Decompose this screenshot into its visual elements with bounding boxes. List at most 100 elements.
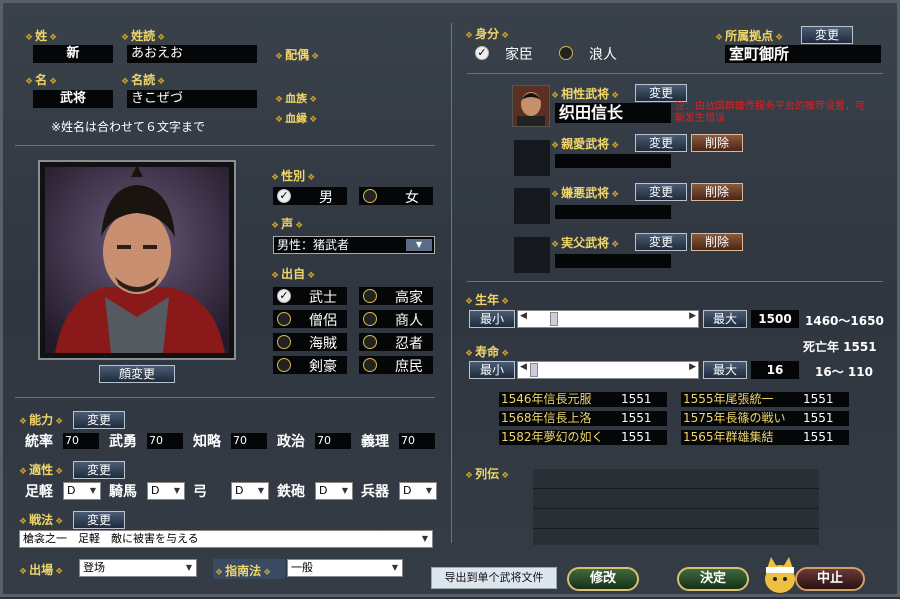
aptitude-select[interactable]: D ▼ [147,482,185,500]
aptitude-name: 兵器 [361,484,389,500]
export-button[interactable]: 导出到单个武将文件 [431,567,557,589]
aptitude-select[interactable]: D ▼ [315,482,353,500]
origin-option[interactable]: ✓ 武士 [273,287,347,306]
blood-label: 血縁 [275,110,317,126]
gender-label: 性別 [271,167,315,184]
origin-option[interactable]: 僧侶 [273,310,347,329]
appear-select[interactable]: 登场 ▼ [79,559,197,577]
lifespan-min-button[interactable]: 最小 [469,361,515,379]
love-delete-button[interactable]: 削除 [691,134,743,152]
surname-reading-field[interactable]: あおえお [127,45,257,63]
lifespan-max-button[interactable]: 最大 [703,361,747,379]
voice-select[interactable]: 男性：猪武者 ▼ [273,236,435,254]
origin-option[interactable]: 商人 [359,310,433,329]
lifespan-range: 16～ 110 [815,365,873,379]
origin-option[interactable]: 剣豪 [273,356,347,375]
birth-min-button[interactable]: 最小 [469,310,515,328]
origin-option-label: 剣豪 [309,359,337,375]
arrow-right-icon: ▶ [689,362,696,372]
ok-button[interactable]: 決定 [677,567,749,591]
origin-option-label: 忍者 [395,336,423,352]
birth-max-button[interactable]: 最大 [703,310,747,328]
birth-value[interactable]: 1500 [751,310,799,328]
event-name: 1575年長篠の戦い [683,411,786,425]
aptitude-value: D [235,484,244,497]
radio-icon [277,312,291,326]
origin-option[interactable]: 海賊 [273,333,347,352]
origin-option[interactable]: 忍者 [359,333,433,352]
vertical-divider [451,23,452,543]
compat-field: 织田信长 [555,103,671,123]
change-face-button[interactable]: 顔変更 [99,365,175,383]
event-year: 1551 [621,430,652,444]
hate-change-button[interactable]: 変更 [635,183,687,201]
origin-option-label: 海賊 [309,336,337,352]
abilities-change-button[interactable]: 変更 [73,411,125,429]
chevron-down-icon: ▼ [338,483,352,499]
hate-portrait-placeholder [514,188,550,224]
event-row: 1546年信長元服 1551 [499,392,667,407]
arrow-left-icon: ◀ [520,311,527,321]
surname-field[interactable]: 新 [33,45,113,63]
appear-label: 出場 [19,561,63,578]
checked-radio-icon: ✓ [277,189,291,203]
father-label: 実父武将 [551,234,619,251]
base-field[interactable]: 室町御所 [725,45,881,63]
birth-label: 生年 [465,291,509,308]
chevron-down-icon: ▼ [170,483,184,499]
tactics-change-button[interactable]: 変更 [73,511,125,529]
compat-change-button[interactable]: 変更 [635,84,687,102]
birth-slider[interactable]: ◀ ▶ [517,310,699,328]
chevron-down-icon: ▼ [418,531,432,547]
status-vassal-option[interactable]: ✓ 家臣 [469,44,559,63]
father-change-button[interactable]: 変更 [635,233,687,251]
gender-female-option[interactable]: 女 [359,187,433,206]
father-delete-button[interactable]: 削除 [691,233,743,251]
name-length-note: ※姓名は合わせて６文字まで [51,120,206,134]
aptitude-change-button[interactable]: 変更 [73,461,125,479]
aptitude-label: 適性 [19,461,63,478]
modify-button[interactable]: 修改 [567,567,639,591]
lifespan-slider[interactable]: ◀ ▶ [517,361,699,379]
origin-option[interactable]: 庶民 [359,356,433,375]
hate-delete-button[interactable]: 削除 [691,183,743,201]
origin-option[interactable]: 高家 [359,287,433,306]
hate-field [555,205,671,219]
aptitude-select[interactable]: D ▼ [399,482,437,500]
aptitude-value: D [319,484,328,497]
slider-thumb[interactable] [530,363,538,377]
general-portrait [45,165,229,353]
aptitude-select[interactable]: D ▼ [231,482,269,500]
origin-option-label: 僧侶 [309,313,337,329]
given-reading-field[interactable]: きこぜづ [127,90,257,108]
mascot-cat-icon [763,555,797,595]
radio-icon [363,289,377,303]
ability-name: 政治 [277,434,305,450]
guide-label: 指南法 [215,562,271,579]
compat-general-portrait [512,85,550,127]
gender-male-option[interactable]: ✓ 男 [273,187,347,206]
event-year: 1551 [621,392,652,406]
chevron-down-icon: ▼ [388,560,402,576]
cancel-button[interactable]: 中止 [795,567,865,591]
guide-select[interactable]: 一般 ▼ [287,559,403,577]
ability-name: 義理 [361,434,389,450]
given-name-field[interactable]: 武将 [33,90,113,108]
status-ronin-option[interactable]: 浪人 [559,44,649,63]
biography-box[interactable] [533,469,819,545]
event-row: 1575年長篠の戦い 1551 [681,411,849,426]
biography-label: 列伝 [465,465,509,482]
lifespan-value[interactable]: 16 [751,361,799,379]
divider [15,145,435,146]
tactics-select[interactable]: 槍衾之一 足軽 敵に被害を与える ▼ [19,530,433,548]
aptitude-value: D [151,484,160,497]
status-label: 身分 [465,25,509,42]
love-change-button[interactable]: 変更 [635,134,687,152]
arrow-left-icon: ◀ [520,362,527,372]
aptitude-select[interactable]: D ▼ [63,482,101,500]
surname-label: 姓 [25,27,57,44]
birth-range: 1460～1650 [805,314,884,328]
base-change-button[interactable]: 変更 [801,26,853,44]
love-portrait-placeholder [514,140,550,176]
slider-thumb[interactable] [550,312,558,326]
